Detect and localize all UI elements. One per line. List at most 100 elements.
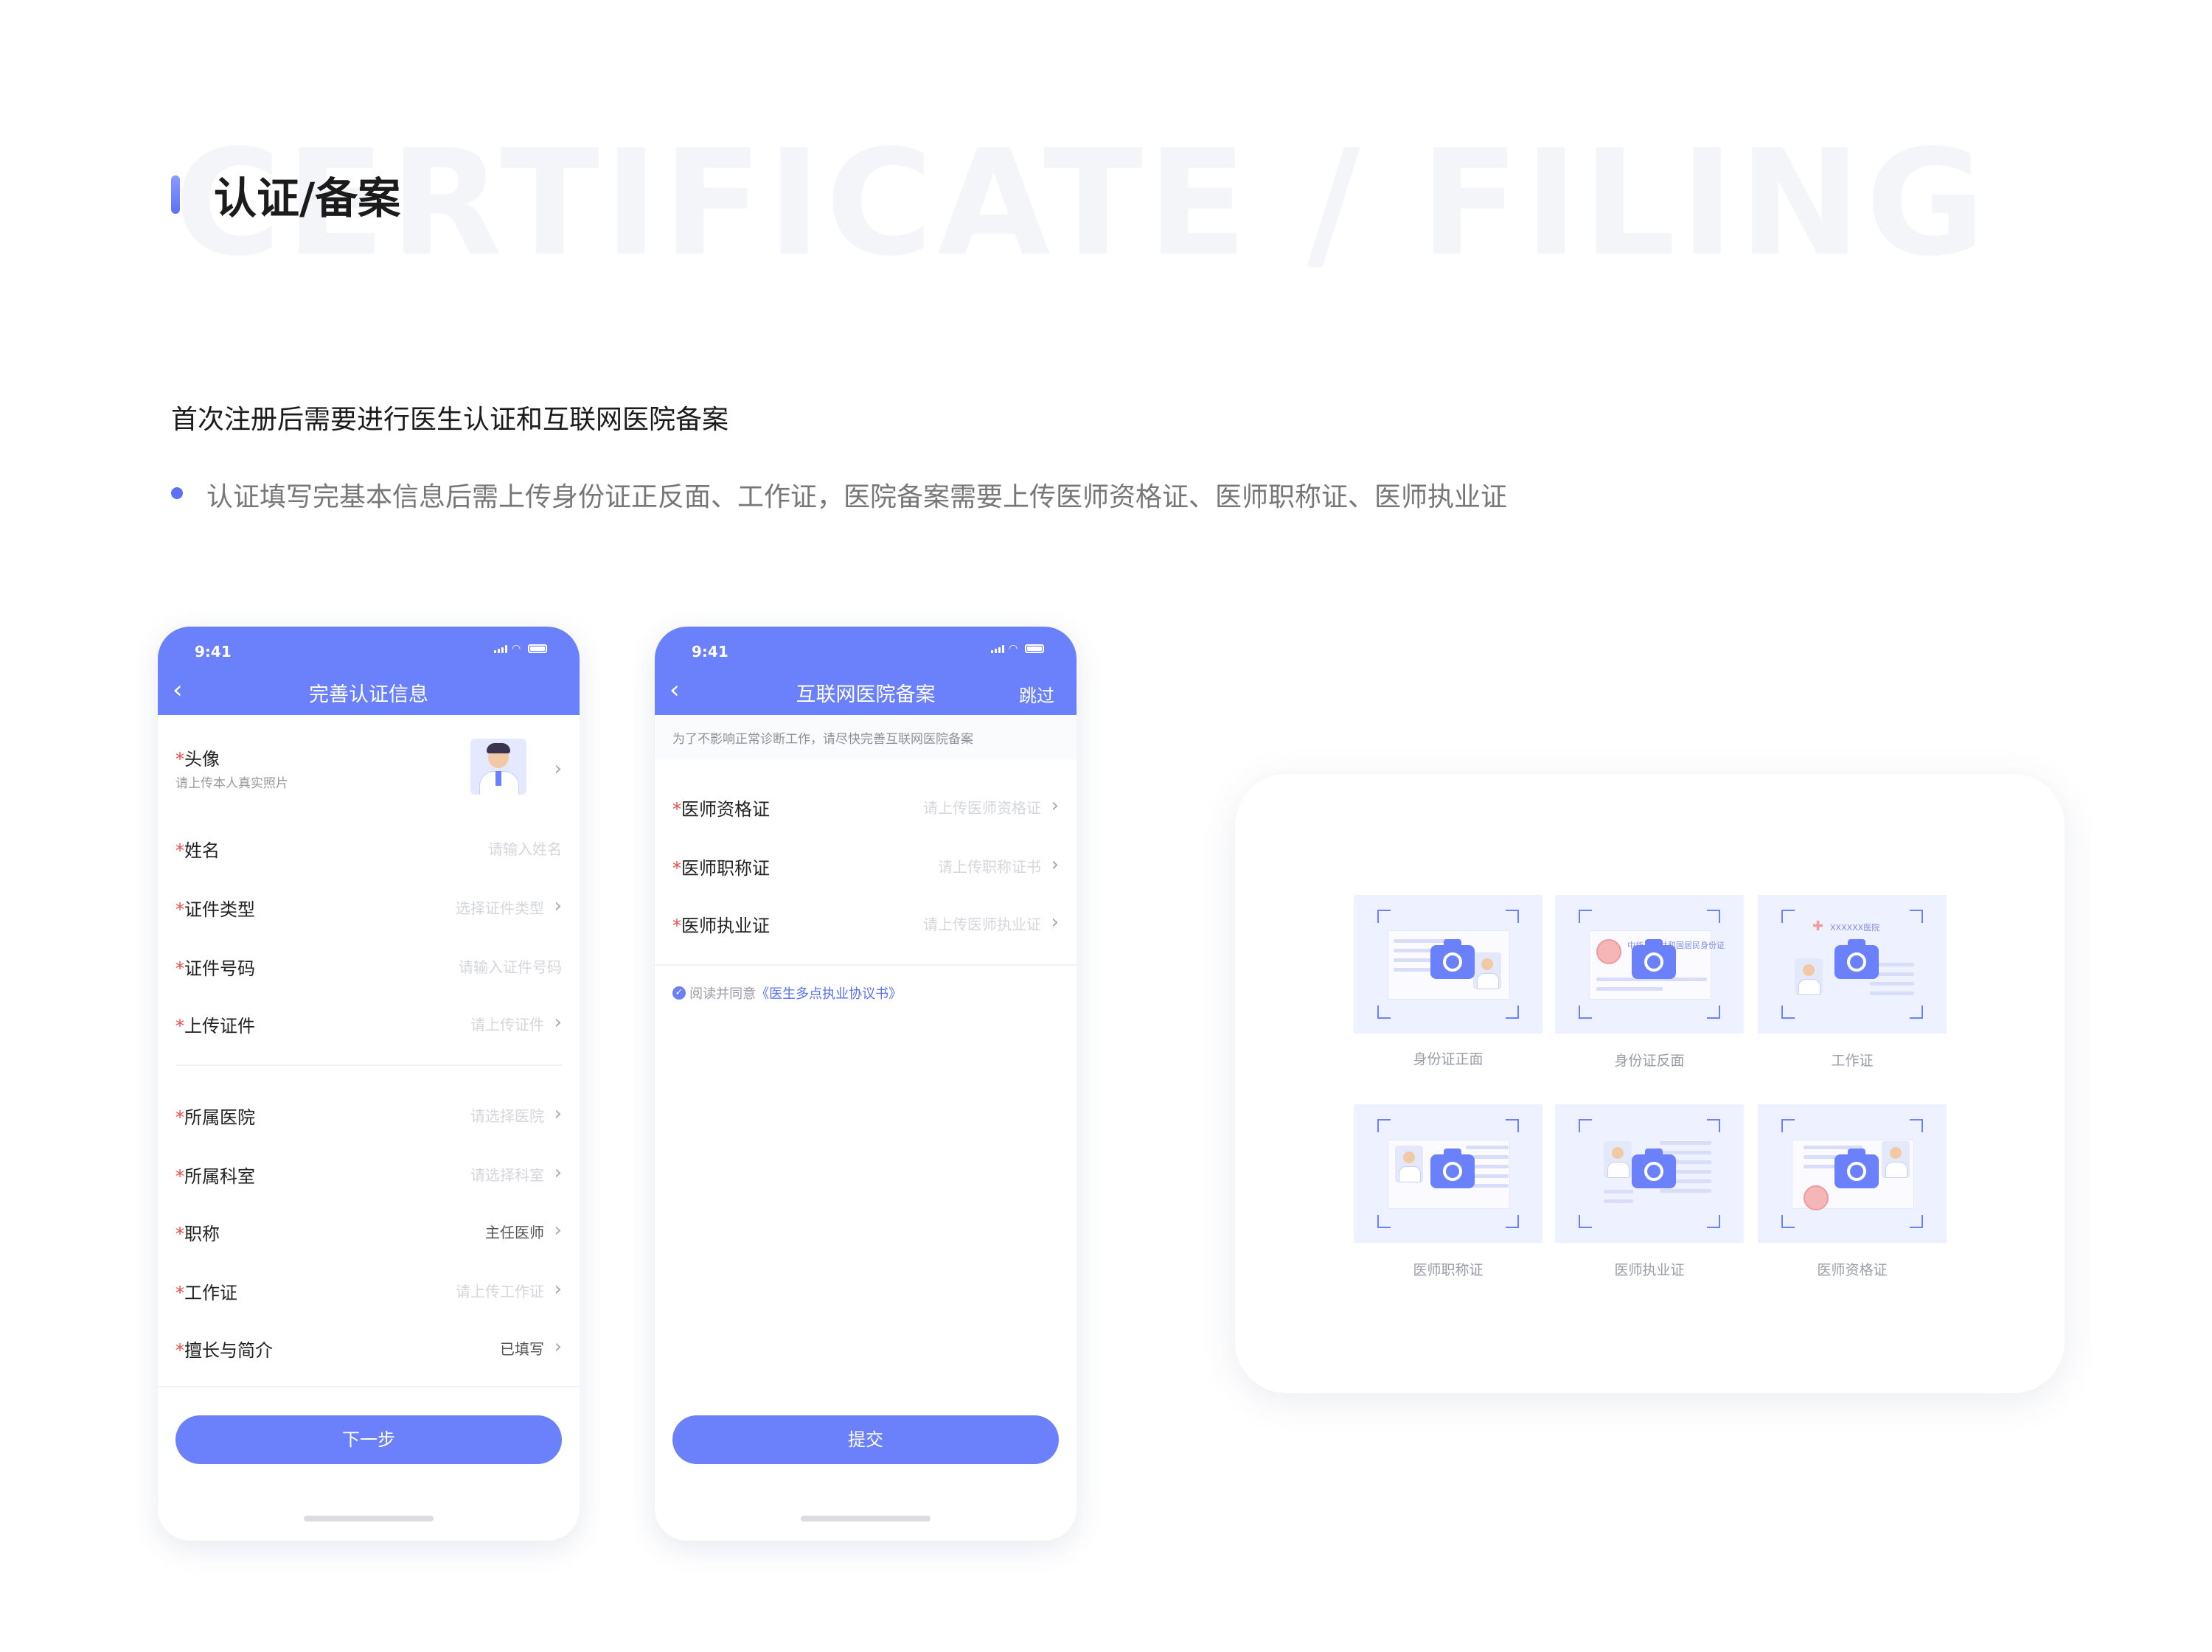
avatar-hint: 请上传本人真实照片 [175, 776, 288, 791]
home-indicator [801, 1516, 931, 1522]
upload-tile-work-card[interactable]: ✚ XXXXXX医院 [1758, 895, 1947, 1034]
row-label: 工作证 [184, 1283, 237, 1303]
background-watermark-text: CERTIFICATE / FILING [174, 118, 1990, 288]
chevron-right-icon: › [1051, 795, 1059, 817]
row-label: 上传证件 [184, 1016, 255, 1036]
agreement-text: 阅读并同意 [689, 986, 757, 1002]
chevron-right-icon: › [1051, 854, 1059, 876]
portrait-icon [1882, 1141, 1910, 1178]
signal-icon [991, 645, 1004, 653]
upload-tile-practice-cert[interactable] [1555, 1104, 1744, 1243]
form-row-upload-id[interactable]: *上传证件 请上传证件 › [175, 1001, 562, 1045]
row-label: 所属医院 [184, 1107, 255, 1128]
camera-icon [1430, 1149, 1475, 1188]
upload-tile-title-cert[interactable] [1354, 1104, 1543, 1243]
chevron-right-icon: › [1051, 911, 1059, 933]
row-label: 姓名 [184, 840, 220, 861]
row-label: 医师职称证 [681, 858, 770, 879]
row-value: 选择证件类型 [456, 899, 544, 917]
portrait-icon [1395, 1146, 1423, 1182]
tile-label: 医师执业证 [1614, 1262, 1685, 1278]
certificate-upload-card: 身份证正面 中华人民共和国居民身份证 身份证反面 ✚ XXXXXX医院 工作证 [1235, 774, 2065, 1393]
status-icons: ◠ [991, 644, 1044, 654]
nav-title: 互联网医院备案 [796, 683, 936, 706]
form-row-hospital[interactable]: *所属医院 请选择医院 › [175, 1092, 562, 1137]
row-value: 请上传职称证书 [938, 858, 1041, 876]
portrait-icon [1795, 958, 1823, 995]
filing-row-practice-cert[interactable]: *医师执业证 请上传医师执业证 › [672, 901, 1059, 945]
form-row-department[interactable]: *所属科室 请选择科室 › [175, 1151, 562, 1196]
wifi-icon: ◠ [512, 643, 521, 655]
tile-label: 医师资格证 [1817, 1262, 1888, 1278]
tile-label: 工作证 [1831, 1053, 1874, 1069]
form-row-name[interactable]: *姓名 请输入姓名 [175, 826, 562, 870]
agreement-row[interactable]: ✓ 阅读并同意《医生多点执业协议书》 [672, 983, 902, 1006]
battery-icon [528, 644, 547, 653]
phone-hospital-filing: 9:41 ◠ ‹ 互联网医院备案 跳过 为了不影响正常诊断工作，请尽快完善互联网… [655, 627, 1077, 1541]
section-subtitle: 首次注册后需要进行医生认证和互联网医院备案 [171, 405, 729, 435]
row-value: 请选择科室 [470, 1166, 544, 1184]
upload-tile-id-front[interactable] [1354, 895, 1543, 1034]
submit-button[interactable]: 提交 [672, 1415, 1059, 1464]
chevron-right-icon: › [554, 1278, 562, 1300]
seal-icon [1804, 1185, 1829, 1210]
section-title: 认证/备案 [214, 173, 401, 223]
row-value: 请上传医师执业证 [923, 916, 1041, 933]
row-label: 医师资格证 [681, 799, 770, 820]
bullet-text: 认证填写完基本信息后需上传身份证正反面、工作证，医院备案需要上传医师资格证、医师… [206, 482, 1508, 512]
name-input[interactable]: 请输入姓名 [488, 837, 562, 859]
skip-button[interactable]: 跳过 [1019, 681, 1054, 707]
camera-icon [1632, 1149, 1676, 1188]
battery-icon [1025, 644, 1044, 653]
camera-icon [1834, 1149, 1879, 1188]
tile-label: 医师职称证 [1413, 1262, 1484, 1278]
row-value: 请上传证件 [470, 1016, 544, 1034]
row-value: 已填写 [500, 1340, 544, 1358]
row-label: 所属科室 [184, 1166, 255, 1187]
bullet-dot-icon [171, 487, 183, 499]
status-icons: ◠ [494, 643, 547, 655]
upload-tile-qualification-cert[interactable] [1758, 1104, 1947, 1243]
section-divider [175, 1064, 562, 1066]
portrait-icon [1473, 952, 1501, 989]
phone-doctor-certification: 9:41 ◠ ‹ 完善认证信息 *头像 请上传本人真实照片 › *姓名 请输入姓… [158, 627, 580, 1541]
form-row-id-type[interactable]: *证件类型 选择证件类型 › [175, 885, 562, 929]
tile-label: 身份证正面 [1413, 1051, 1484, 1067]
camera-icon [1430, 939, 1475, 979]
row-value: 请选择医院 [470, 1107, 544, 1125]
form-row-expertise[interactable]: *擅长与简介 已填写 › [175, 1325, 562, 1370]
avatar[interactable] [470, 739, 526, 795]
avatar-row[interactable]: *头像 请上传本人真实照片 › [175, 739, 562, 799]
row-value: 请上传医师资格证 [923, 799, 1041, 817]
camera-icon [1834, 939, 1879, 979]
row-label: 证件类型 [184, 899, 255, 920]
notice-bar: 为了不影响正常诊断工作，请尽快完善互联网医院备案 [655, 715, 1077, 759]
filing-row-qualification[interactable]: *医师资格证 请上传医师资格证 › [672, 784, 1059, 829]
camera-icon [1632, 939, 1676, 979]
checkbox-checked-icon[interactable]: ✓ [672, 986, 686, 1000]
upload-tile-id-back[interactable]: 中华人民共和国居民身份证 [1555, 895, 1744, 1034]
row-label: 职称 [184, 1224, 220, 1244]
form-row-title[interactable]: *职称 主任医师 › [175, 1209, 562, 1253]
notice-text: 为了不影响正常诊断工作，请尽快完善互联网医院备案 [672, 732, 973, 747]
status-time: 9:41 [692, 643, 728, 661]
chevron-right-icon: › [554, 895, 562, 917]
id-number-input[interactable]: 请输入证件号码 [459, 955, 562, 977]
form-row-id-number[interactable]: *证件号码 请输入证件号码 [175, 944, 562, 988]
next-step-button[interactable]: 下一步 [175, 1415, 562, 1464]
nav-header: 9:41 ◠ ‹ 互联网医院备案 跳过 [655, 627, 1077, 715]
row-value: 请上传工作证 [456, 1283, 544, 1300]
chevron-right-icon: › [554, 1103, 562, 1125]
signal-icon [494, 645, 507, 653]
nav-header: 9:41 ◠ ‹ 完善认证信息 [158, 627, 580, 715]
emblem-icon [1596, 939, 1621, 964]
portrait-icon [1604, 1141, 1632, 1178]
home-indicator [304, 1516, 434, 1522]
form-row-work-card[interactable]: *工作证 请上传工作证 › [175, 1268, 562, 1312]
row-label: 擅长与简介 [184, 1340, 273, 1361]
tile-label: 身份证反面 [1614, 1053, 1685, 1069]
chevron-right-icon: › [554, 1011, 562, 1034]
filing-row-title-cert[interactable]: *医师职称证 请上传职称证书 › [672, 843, 1059, 888]
status-time: 9:41 [195, 643, 232, 661]
agreement-link[interactable]: 《医生多点执业协议书》 [756, 986, 902, 1002]
